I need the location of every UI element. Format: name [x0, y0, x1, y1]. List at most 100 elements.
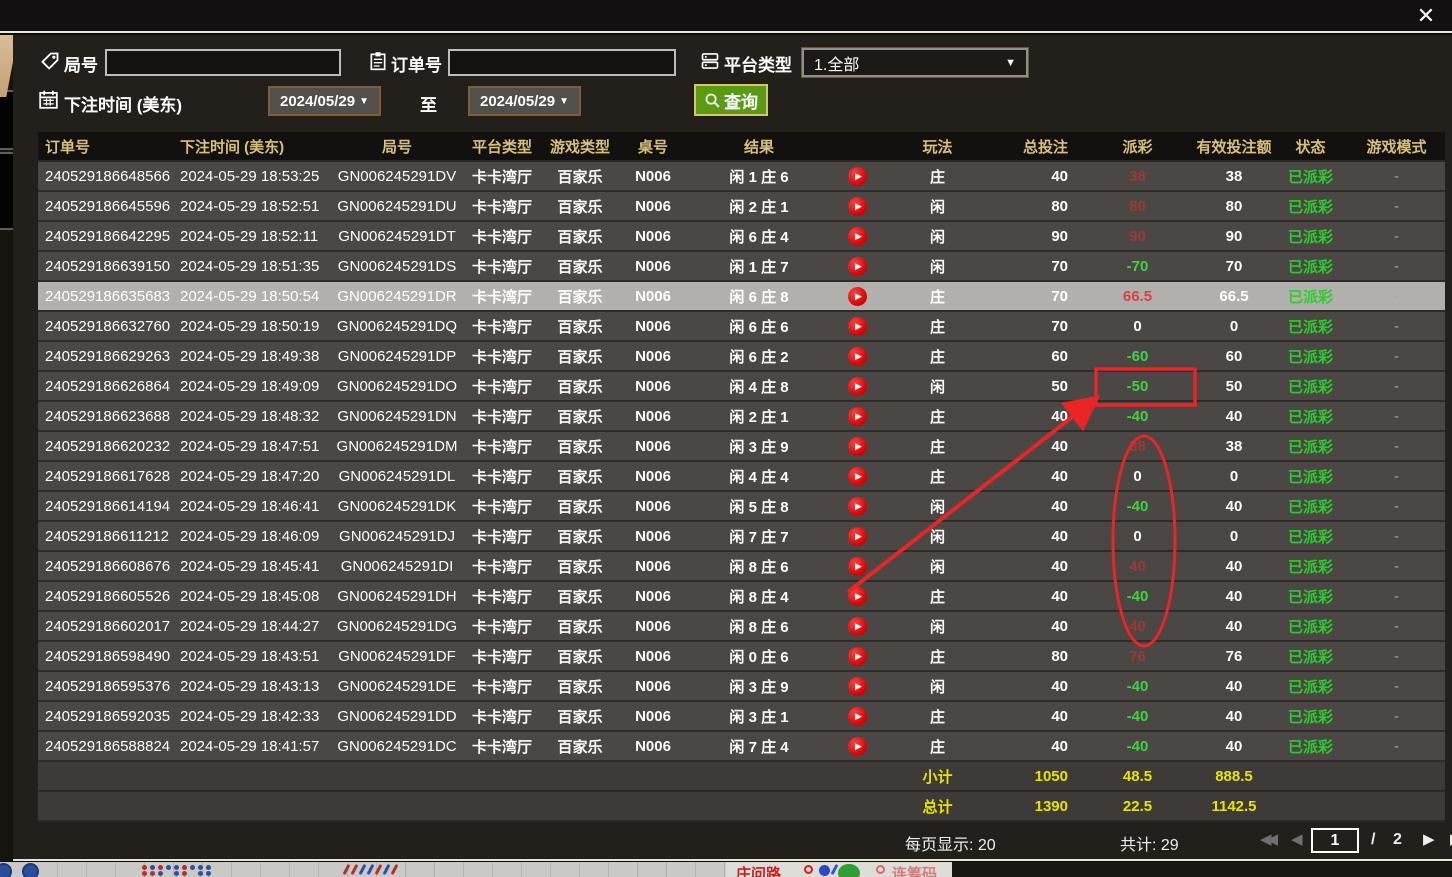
- play-icon[interactable]: ▶: [848, 257, 867, 276]
- table-row[interactable]: 2405291866356832024-05-29 18:50:54GN0062…: [38, 282, 1445, 312]
- cell-play-type: 庄: [885, 282, 990, 310]
- play-icon[interactable]: ▶: [848, 737, 867, 756]
- cell-payout: -40: [1080, 402, 1195, 430]
- cell-valid-bet: 80: [1195, 192, 1273, 220]
- play-icon[interactable]: ▶: [848, 197, 867, 216]
- search-button[interactable]: 查询: [694, 84, 768, 116]
- table-row[interactable]: 2405291866055262024-05-29 18:45:08GN0062…: [38, 582, 1445, 612]
- cell-play-type: 闲: [885, 222, 990, 250]
- cell-replay: ▶: [830, 162, 885, 190]
- play-icon[interactable]: ▶: [848, 347, 867, 366]
- cell-result: 闲 6 庄 2: [688, 342, 830, 370]
- round-id-input[interactable]: [105, 49, 341, 76]
- table-row[interactable]: 2405291865984902024-05-29 18:43:51GN0062…: [38, 642, 1445, 672]
- cell-total-bet: 80: [990, 642, 1080, 670]
- play-icon[interactable]: ▶: [848, 467, 867, 486]
- table-row[interactable]: 2405291866455962024-05-29 18:52:51GN0062…: [38, 192, 1445, 222]
- table-row[interactable]: 2405291865953762024-05-29 18:43:13GN0062…: [38, 672, 1445, 702]
- play-icon[interactable]: ▶: [848, 167, 867, 186]
- next-page-icon[interactable]: ▶: [1423, 830, 1435, 848]
- cell-order-id: 240529186629263: [38, 342, 178, 370]
- cell-result: 闲 8 庄 6: [688, 552, 830, 580]
- table-row[interactable]: 2405291866176282024-05-29 18:47:20GN0062…: [38, 462, 1445, 492]
- prev-page-icon[interactable]: ◀: [1291, 830, 1303, 848]
- table-row[interactable]: 2405291866086762024-05-29 18:45:41GN0062…: [38, 552, 1445, 582]
- cell-status: 已派彩: [1273, 612, 1348, 640]
- table-row[interactable]: 2405291865920352024-05-29 18:42:33GN0062…: [38, 702, 1445, 732]
- play-icon[interactable]: ▶: [848, 377, 867, 396]
- play-icon[interactable]: ▶: [848, 557, 867, 576]
- chevron-down-icon: ▼: [559, 96, 569, 107]
- cell-table-no: N006: [618, 612, 688, 640]
- table-row[interactable]: 2405291866327602024-05-29 18:50:19GN0062…: [38, 312, 1445, 342]
- cell-replay: ▶: [830, 732, 885, 760]
- cell-game-type: 百家乐: [542, 612, 618, 640]
- close-button[interactable]: ✕: [1412, 2, 1440, 30]
- play-icon[interactable]: ▶: [848, 287, 867, 306]
- play-icon[interactable]: ▶: [848, 617, 867, 636]
- cell-platform: 卡卡湾厅: [462, 552, 542, 580]
- cell-platform: 卡卡湾厅: [462, 162, 542, 190]
- play-icon[interactable]: ▶: [848, 707, 867, 726]
- cell-status: 已派彩: [1273, 252, 1348, 280]
- order-id-input[interactable]: [448, 49, 676, 76]
- cell-game-type: 百家乐: [542, 732, 618, 760]
- bead-icon: [198, 871, 203, 876]
- cell-game-type: 百家乐: [542, 162, 618, 190]
- table-row[interactable]: 2405291866268642024-05-29 18:49:09GN0062…: [38, 372, 1445, 402]
- cell-payout: 90: [1080, 222, 1195, 250]
- play-icon[interactable]: ▶: [848, 407, 867, 426]
- date-to-picker[interactable]: 2024/05/29 ▼: [468, 86, 581, 116]
- table-row[interactable]: 2405291866112122024-05-29 18:46:09GN0062…: [38, 522, 1445, 552]
- table-row[interactable]: 2405291866391502024-05-29 18:51:35GN0062…: [38, 252, 1445, 282]
- road-label: 连筹码: [892, 863, 937, 877]
- table-row[interactable]: 2405291866485662024-05-29 18:53:25GN0062…: [38, 162, 1445, 192]
- play-icon[interactable]: ▶: [848, 587, 867, 606]
- cell-total-bet: 40: [990, 582, 1080, 610]
- cell-payout: -40: [1080, 672, 1195, 700]
- cell-table-no: N006: [618, 702, 688, 730]
- table-row[interactable]: 2405291866141942024-05-29 18:46:41GN0062…: [38, 492, 1445, 522]
- play-icon[interactable]: ▶: [848, 527, 867, 546]
- cell-platform: 卡卡湾厅: [462, 462, 542, 490]
- cell-valid-bet: 0: [1195, 522, 1273, 550]
- bet-history-dialog: 局号 订单号 平台类型 1.全部 ▼ 下注时间 (美东) 2024/05/29 …: [13, 35, 1452, 861]
- play-icon[interactable]: ▶: [848, 317, 867, 336]
- cell-play-type: 庄: [885, 432, 990, 460]
- cell-platform: 卡卡湾厅: [462, 702, 542, 730]
- cell-bet-time: 2024-05-29 18:41:57: [178, 732, 332, 760]
- cell-round-id: GN006245291DU: [332, 192, 462, 220]
- cell-valid-bet: 38: [1195, 432, 1273, 460]
- play-icon[interactable]: ▶: [848, 437, 867, 456]
- table-row[interactable]: 2405291865888242024-05-29 18:41:57GN0062…: [38, 732, 1445, 762]
- cell-total-bet: 40: [990, 672, 1080, 700]
- play-icon[interactable]: ▶: [848, 227, 867, 246]
- cell-platform: 卡卡湾厅: [462, 582, 542, 610]
- cell-bet-time: 2024-05-29 18:52:11: [178, 222, 332, 250]
- cell-order-id: 240529186635683: [38, 282, 178, 310]
- date-from-value: 2024/05/29: [280, 93, 355, 110]
- first-page-icon[interactable]: ◀◀: [1260, 830, 1273, 848]
- table-row[interactable]: 2405291866292632024-05-29 18:49:38GN0062…: [38, 342, 1445, 372]
- cell-game-type: 百家乐: [542, 432, 618, 460]
- cell-total-bet: 50: [990, 372, 1080, 400]
- play-icon[interactable]: ▶: [848, 677, 867, 696]
- play-icon[interactable]: ▶: [848, 497, 867, 516]
- cell-play-type: 庄: [885, 582, 990, 610]
- platform-type-select[interactable]: 1.全部 ▼: [802, 48, 1028, 77]
- bead-icon: [206, 871, 211, 876]
- table-row[interactable]: 2405291866236882024-05-29 18:48:32GN0062…: [38, 402, 1445, 432]
- play-icon[interactable]: ▶: [848, 647, 867, 666]
- cell-result: 闲 2 庄 1: [688, 192, 830, 220]
- table-row[interactable]: 2405291866422952024-05-29 18:52:11GN0062…: [38, 222, 1445, 252]
- table-row[interactable]: 2405291866020172024-05-29 18:44:27GN0062…: [38, 612, 1445, 642]
- date-from-picker[interactable]: 2024/05/29 ▼: [268, 86, 381, 116]
- cell-play-type: 庄: [885, 642, 990, 670]
- table-row[interactable]: 2405291866202322024-05-29 18:47:51GN0062…: [38, 432, 1445, 462]
- page-number-input[interactable]: [1311, 828, 1359, 853]
- bead-icon: [174, 865, 179, 870]
- subtotal-total-bet: 1050: [990, 762, 1080, 790]
- cell-game-type: 百家乐: [542, 642, 618, 670]
- cell-status: 已派彩: [1273, 312, 1348, 340]
- cell-status: 已派彩: [1273, 462, 1348, 490]
